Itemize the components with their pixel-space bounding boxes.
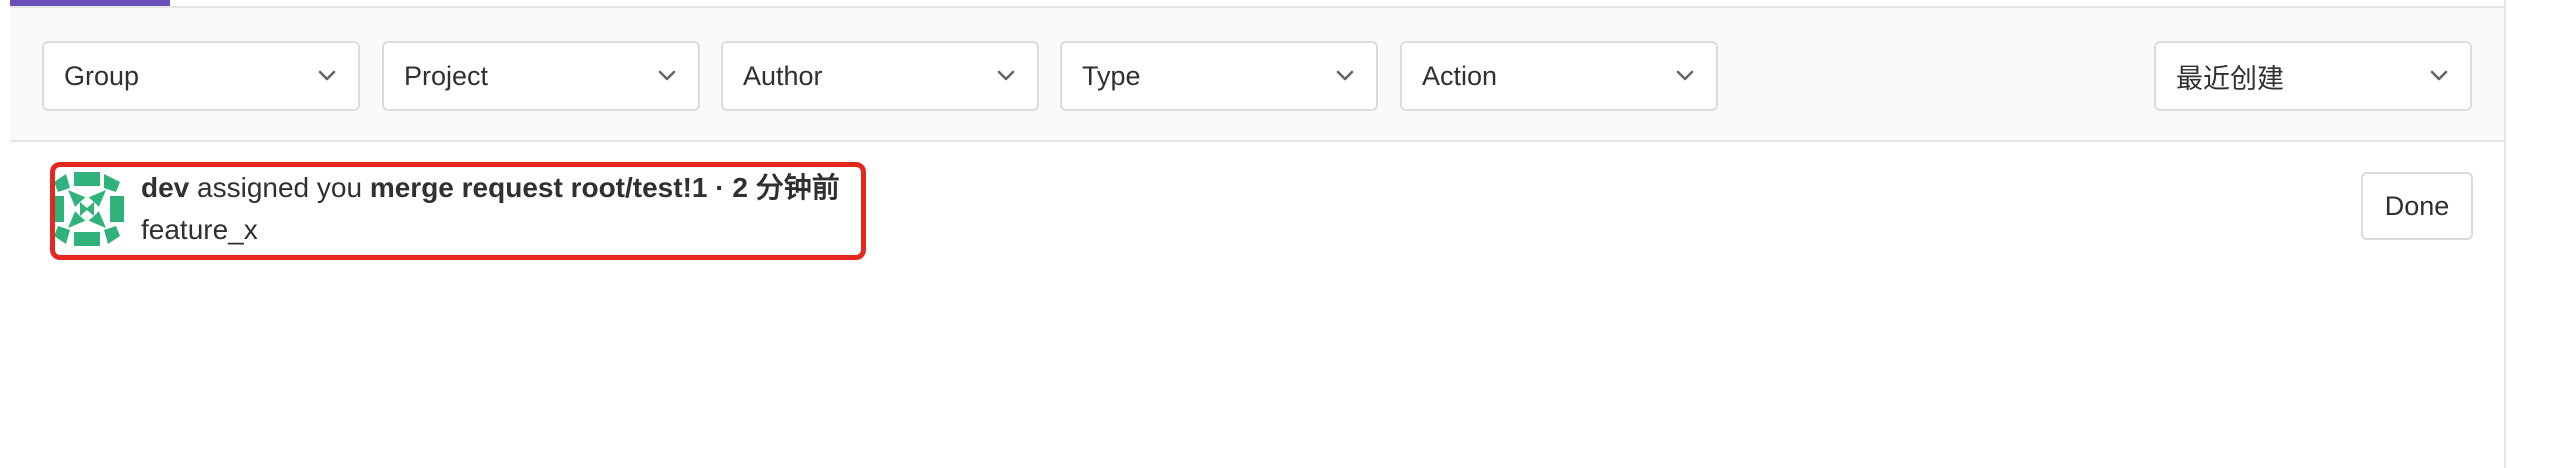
type-filter-dropdown[interactable]: Type <box>1060 41 1378 111</box>
todo-timestamp: 2 分钟前 <box>732 172 840 203</box>
todos-page: Group Project Author Type Action 最近创建 de… <box>0 0 2566 468</box>
project-filter-label: Project <box>404 60 489 91</box>
chevron-down-icon <box>656 65 678 87</box>
todo-target-link[interactable]: merge request root/test!1 <box>370 172 708 203</box>
avatar[interactable] <box>46 168 128 250</box>
author-filter-label: Author <box>743 60 823 91</box>
project-filter-dropdown[interactable]: Project <box>382 41 700 111</box>
action-filter-dropdown[interactable]: Action <box>1400 41 1718 111</box>
sort-dropdown[interactable]: 最近创建 <box>2154 41 2472 111</box>
done-button[interactable]: Done <box>2361 172 2473 240</box>
chevron-down-icon <box>2428 65 2450 87</box>
filter-bar: Group Project Author Type Action 最近创建 <box>10 6 2504 142</box>
action-filter-label: Action <box>1422 60 1498 91</box>
todo-item[interactable]: dev assigned you merge request root/test… <box>10 142 2504 272</box>
chevron-down-icon <box>316 65 338 87</box>
content-right-border <box>2504 0 2506 468</box>
todo-author-link[interactable]: dev <box>141 172 189 203</box>
chevron-down-icon <box>1674 65 1696 87</box>
todo-separator: · <box>715 172 725 203</box>
sort-label: 最近创建 <box>2176 63 2284 94</box>
group-filter-dropdown[interactable]: Group <box>42 41 360 111</box>
type-filter-label: Type <box>1082 60 1141 91</box>
todo-title[interactable]: feature_x <box>141 212 258 248</box>
author-filter-dropdown[interactable]: Author <box>721 41 1039 111</box>
group-filter-label: Group <box>64 60 140 91</box>
todo-summary: dev assigned you merge request root/test… <box>141 170 840 206</box>
chevron-down-icon <box>995 65 1017 87</box>
chevron-down-icon <box>1334 65 1356 87</box>
todo-action-text: assigned you <box>197 172 363 203</box>
